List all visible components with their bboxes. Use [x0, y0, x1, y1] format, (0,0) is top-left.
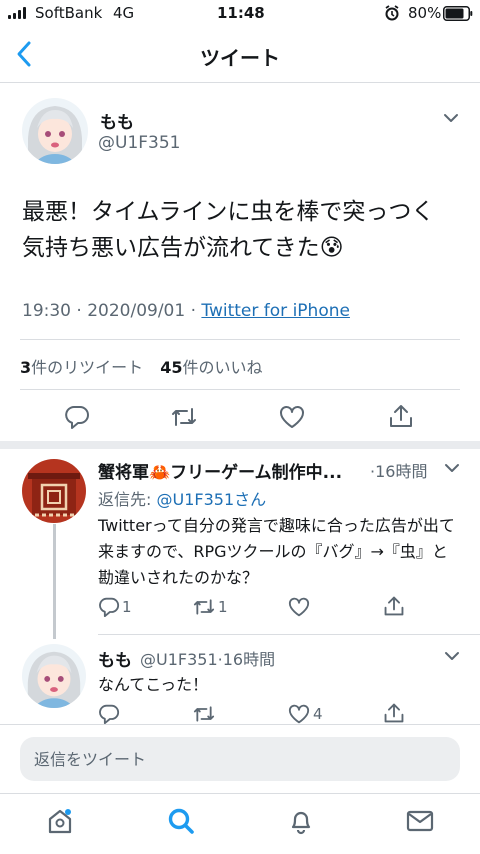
reply-icon[interactable] — [98, 704, 120, 724]
likes-link[interactable]: 45件のいいね — [160, 358, 262, 377]
meta-divider — [20, 339, 460, 340]
more-options-icon[interactable] — [443, 112, 459, 124]
reply-to-line: 返信先: @U1F351さん — [98, 486, 266, 510]
tweet-source-link[interactable]: Twitter for iPhone — [201, 301, 350, 321]
like-count: 4 — [313, 705, 323, 723]
tabbar-divider — [0, 793, 480, 794]
share-icon[interactable] — [383, 702, 405, 724]
page-title: ツイート — [200, 46, 280, 70]
stats-divider — [20, 389, 460, 390]
carrier-label: SoftBank — [35, 4, 103, 22]
avatar[interactable] — [22, 98, 88, 164]
engagement-stats: 3件のリツイート 45件のいいね — [20, 354, 263, 378]
like-icon[interactable] — [279, 405, 305, 429]
retweet-icon[interactable] — [192, 597, 216, 617]
reply-handle-time: @U1F351·16時間 — [140, 650, 276, 669]
more-options-icon[interactable] — [444, 462, 460, 474]
reply-text: Twitterって自分の発言で趣味に合った広告が出て来ますので、RPGツクールの… — [98, 516, 455, 587]
tweet-meta: 19:30 · 2020/09/01 · Twitter for iPhone — [22, 301, 350, 321]
reply-count: 1 — [122, 598, 132, 616]
clock: 11:48 — [217, 4, 265, 22]
messages-mail-icon[interactable] — [405, 808, 435, 834]
reply-input[interactable] — [20, 737, 460, 781]
reply-to-handle-link[interactable]: @U1F351さん — [156, 490, 266, 509]
author-handle[interactable]: @U1F351 — [98, 133, 181, 153]
reply-icon[interactable] — [64, 405, 90, 429]
like-icon[interactable] — [288, 704, 310, 724]
avatar[interactable] — [22, 644, 86, 708]
share-icon[interactable] — [383, 595, 405, 617]
tweet-text: 最悪！タイムラインに虫を棒で突っつく気持ち悪い広告が流れてきた😰 — [22, 199, 435, 261]
retweets-link[interactable]: 3件のリツイート — [20, 358, 143, 377]
reply-author-name[interactable]: 蟹将軍🦀フリーゲーム制作中... — [98, 458, 366, 483]
battery-percent: 80% — [408, 4, 442, 22]
section-divider — [0, 441, 480, 449]
share-icon[interactable] — [388, 403, 414, 429]
likes-label: 件のいいね — [182, 358, 263, 377]
reply-icon[interactable] — [98, 597, 120, 617]
reply-divider — [98, 634, 480, 635]
retweets-label: 件のリツイート — [31, 358, 144, 377]
reply-to-label: 返信先: — [98, 490, 157, 509]
tweet-timestamp: 19:30 · 2020/09/01 · — [22, 301, 202, 321]
thread-line — [53, 524, 56, 639]
likes-count: 45 — [160, 358, 183, 377]
retweet-icon[interactable] — [170, 405, 198, 429]
reply-text: なんてこった！ — [98, 675, 209, 694]
retweet-icon[interactable] — [192, 704, 216, 724]
more-options-icon[interactable] — [444, 650, 460, 662]
network-label: 4G — [113, 4, 135, 22]
battery-icon — [443, 6, 473, 21]
composer-divider — [0, 724, 480, 725]
header-divider — [0, 82, 480, 83]
reply-author-name[interactable]: もも — [98, 646, 132, 671]
avatar[interactable] — [22, 459, 86, 523]
like-icon[interactable] — [288, 597, 310, 617]
author-name[interactable]: もも — [100, 108, 134, 133]
home-icon[interactable] — [46, 807, 74, 835]
status-bar: SoftBank 4G 11:48 80% — [0, 0, 480, 28]
notifications-bell-icon[interactable] — [287, 807, 315, 835]
signal-icon — [8, 7, 30, 19]
alarm-icon — [384, 5, 400, 21]
retweets-count: 3 — [20, 358, 32, 377]
reply-time: ·16時間 — [370, 462, 428, 481]
retweet-count: 1 — [218, 598, 228, 616]
search-icon[interactable] — [166, 806, 196, 836]
reply-composer[interactable] — [20, 737, 460, 781]
